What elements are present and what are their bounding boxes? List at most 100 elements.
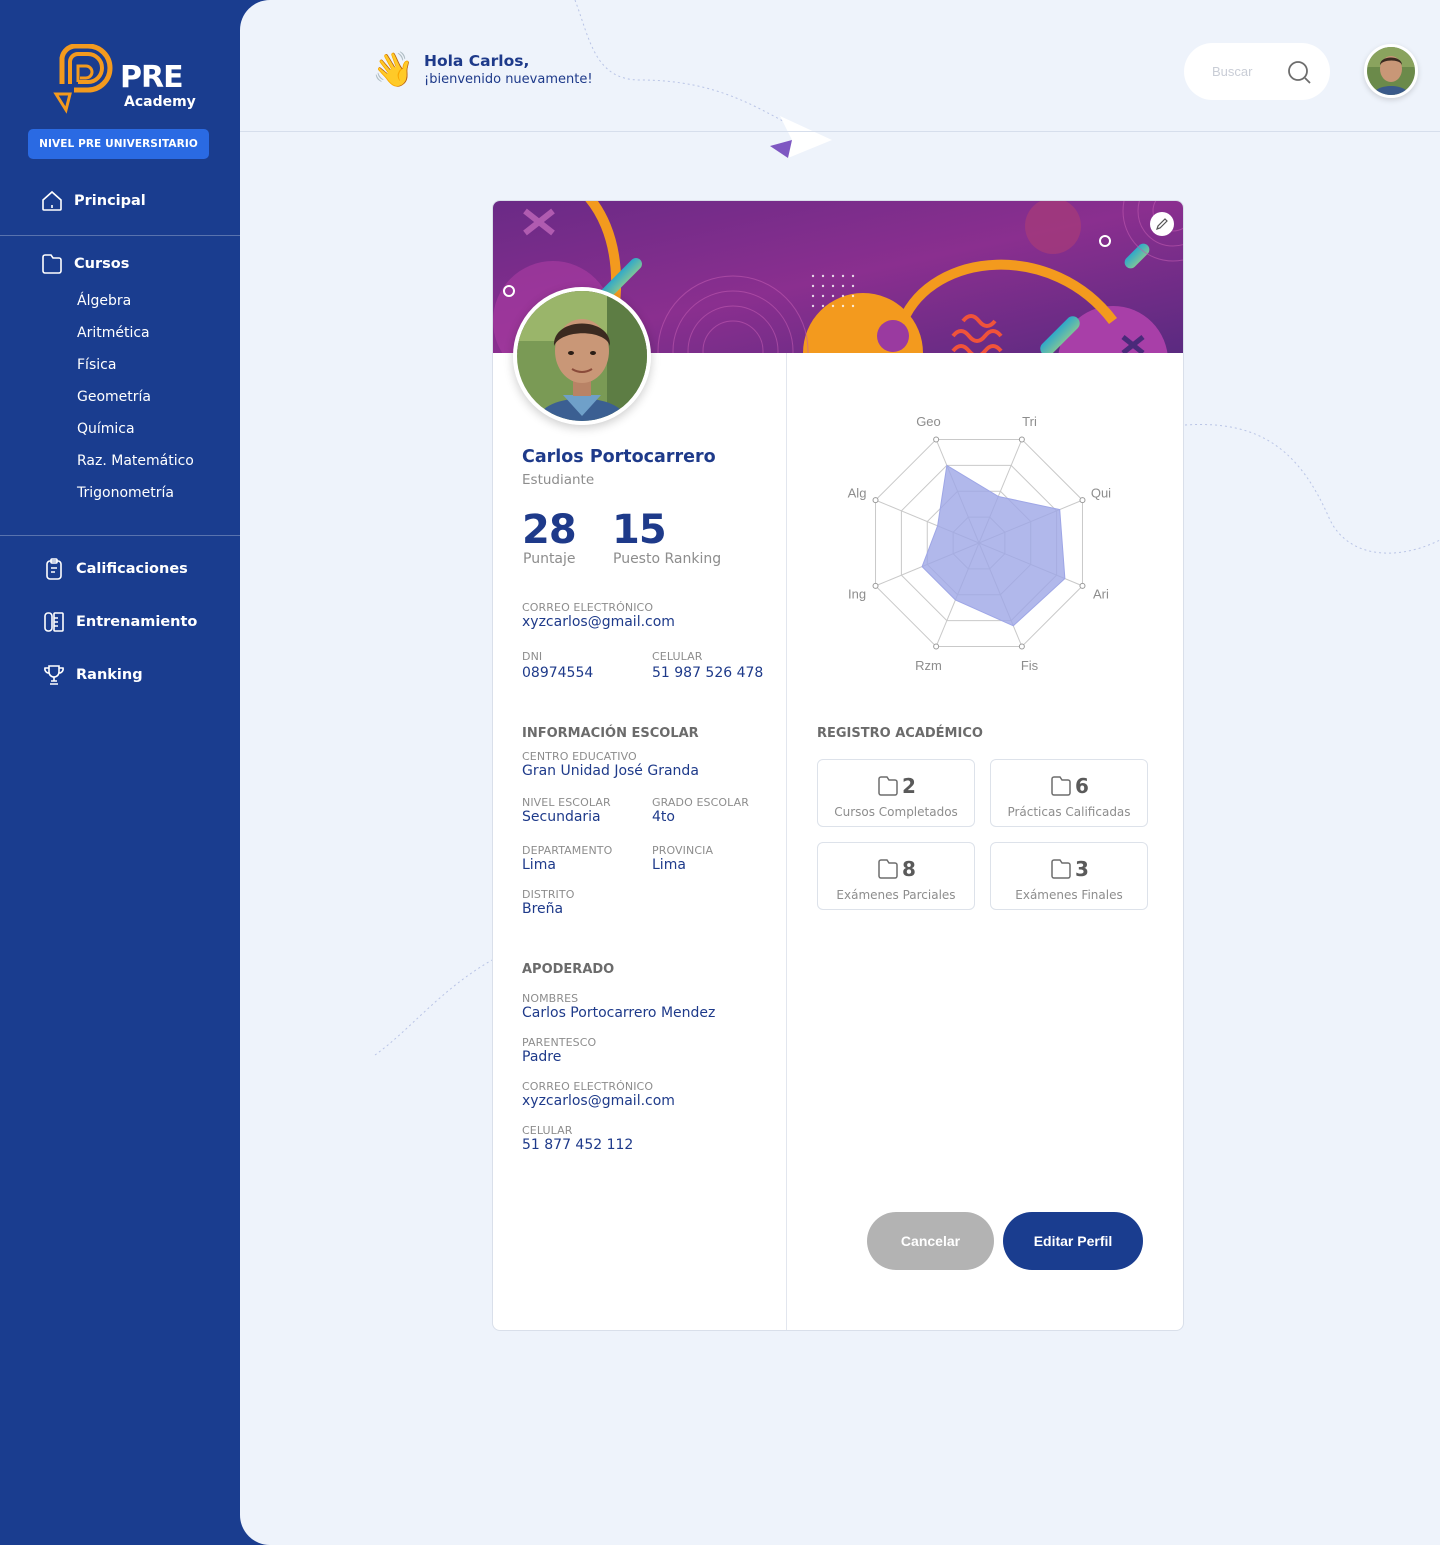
dept-value: Lima xyxy=(522,857,556,873)
radar-axis-point xyxy=(933,436,940,443)
nav-entrenamiento[interactable]: Entrenamiento xyxy=(42,609,197,635)
search-box[interactable] xyxy=(1184,43,1330,100)
user-avatar[interactable] xyxy=(1364,44,1418,98)
guardian-email-label: CORREO ELECTRÓNICO xyxy=(522,1080,654,1093)
school-grade-label: GRADO ESCOLAR xyxy=(652,796,749,809)
prov-label: PROVINCIA xyxy=(652,844,714,857)
radar-axis-point xyxy=(1018,436,1025,443)
nav-ranking[interactable]: Ranking xyxy=(42,662,143,688)
folder-icon xyxy=(40,252,64,276)
dni-label: DNI xyxy=(522,650,543,663)
rank-value: 15 xyxy=(612,507,667,553)
search-input[interactable] xyxy=(1212,64,1272,79)
school-level-label: NIVEL ESCOLAR xyxy=(522,796,611,809)
phone-label: CELULAR xyxy=(652,650,703,663)
sidebar-item-algebra[interactable]: Álgebra xyxy=(77,293,131,309)
guardian-names-label: NOMBRES xyxy=(522,992,579,1005)
tile-value: 8 xyxy=(902,857,916,881)
tile-value: 6 xyxy=(1075,774,1089,798)
guardian-email-value: xyzcarlos@gmail.com xyxy=(522,1093,675,1109)
home-icon xyxy=(40,189,64,213)
level-badge[interactable]: NIVEL PRE UNIVERSITARIO xyxy=(28,129,209,159)
academic-record-title: REGISTRO ACADÉMICO xyxy=(817,726,983,741)
radar-axis-label: Rzm xyxy=(915,658,942,673)
radar-axis-label: Alg xyxy=(848,485,867,500)
radar-axis-label: Fis xyxy=(1021,658,1039,673)
tile-label: Exámenes Finales xyxy=(1015,888,1123,902)
sidebar-item-raz-matematico[interactable]: Raz. Matemático xyxy=(77,453,194,469)
profile-role: Estudiante xyxy=(522,472,595,488)
sidebar-item-quimica[interactable]: Química xyxy=(77,421,135,437)
sidebar: PRE Academy NIVEL PRE UNIVERSITARIO Prin… xyxy=(0,0,240,1545)
tile-partial-exams[interactable]: 8 Exámenes Parciales xyxy=(817,842,975,910)
guardian-phone-label: CELULAR xyxy=(522,1124,573,1137)
folder-icon xyxy=(1051,776,1071,796)
tile-graded-practices[interactable]: 6 Prácticas Calificadas xyxy=(990,759,1148,827)
radar-axis-point xyxy=(1079,582,1086,589)
phone-value: 51 987 526 478 xyxy=(652,665,764,681)
nav-calificaciones-label: Calificaciones xyxy=(76,561,188,577)
profile-avatar[interactable] xyxy=(513,287,651,425)
profile-name: Carlos Portocarrero xyxy=(522,447,716,467)
district-label: DISTRITO xyxy=(522,888,575,901)
tile-final-exams[interactable]: 3 Exámenes Finales xyxy=(990,842,1148,910)
nav-calificaciones[interactable]: Calificaciones xyxy=(42,556,188,582)
tile-label: Prácticas Calificadas xyxy=(1007,805,1131,819)
radar-axis-label: Tri xyxy=(1022,414,1037,429)
search-icon[interactable] xyxy=(1286,59,1312,85)
edit-profile-button[interactable]: Editar Perfil xyxy=(1003,1212,1143,1270)
nav-cursos[interactable]: Cursos xyxy=(40,251,129,277)
nav-principal[interactable]: Principal xyxy=(40,188,146,214)
folder-icon xyxy=(878,859,898,879)
radar-axis-label: Geo xyxy=(916,414,941,429)
guardian-relation-value: Padre xyxy=(522,1049,562,1065)
folder-icon xyxy=(1051,859,1071,879)
logo-p-icon xyxy=(53,44,113,114)
clipboard-icon xyxy=(42,557,66,581)
radar-axis-point xyxy=(933,643,940,650)
school-level-value: Secundaria xyxy=(522,809,601,825)
school-info-title: INFORMACIÓN ESCOLAR xyxy=(522,726,699,741)
sidebar-item-fisica[interactable]: Física xyxy=(77,357,116,373)
brand-logo[interactable]: PRE Academy xyxy=(48,44,198,120)
sidebar-item-aritmetica[interactable]: Aritmética xyxy=(77,325,150,341)
email-label: CORREO ELECTRÓNICO xyxy=(522,601,654,614)
paper-plane-icon xyxy=(770,116,832,158)
guardian-relation-label: PARENTESCO xyxy=(522,1036,597,1049)
tile-label: Cursos Completados xyxy=(834,805,958,819)
dni-value: 08974554 xyxy=(522,665,594,681)
sidebar-item-trigonometria[interactable]: Trigonometría xyxy=(77,485,174,501)
nav-principal-label: Principal xyxy=(74,193,146,209)
radar-axis-point xyxy=(1018,643,1025,650)
brand-sub: Academy xyxy=(124,94,196,110)
guardian-phone-value: 51 877 452 112 xyxy=(522,1137,634,1153)
training-icon xyxy=(42,610,66,634)
tile-label: Exámenes Parciales xyxy=(836,888,956,902)
prov-value: Lima xyxy=(652,857,686,873)
header-divider xyxy=(240,131,1440,132)
guardian-title: APODERADO xyxy=(522,962,615,977)
radar-axis-label: Ari xyxy=(1093,587,1109,602)
brand-name: PRE xyxy=(120,60,184,95)
cancel-button[interactable]: Cancelar xyxy=(867,1212,994,1270)
school-center-value: Gran Unidad José Granda xyxy=(522,763,699,779)
school-grade-value: 4to xyxy=(652,809,675,825)
tile-value: 2 xyxy=(902,774,916,798)
district-value: Breña xyxy=(522,901,564,917)
score-label: Puntaje xyxy=(523,551,576,567)
greeting-title: Hola Carlos, xyxy=(424,52,530,70)
radar-axis-label: Qui xyxy=(1091,485,1111,500)
guardian-names-value: Carlos Portocarrero Mendez xyxy=(522,1005,716,1021)
radar-axis-point xyxy=(1079,497,1086,504)
email-value: xyzcarlos@gmail.com xyxy=(522,614,675,630)
nav-cursos-label: Cursos xyxy=(74,256,130,272)
tile-courses-completed[interactable]: 2 Cursos Completados xyxy=(817,759,975,827)
greeting-subtitle: ¡bienvenido nuevamente! xyxy=(424,72,593,87)
radar-axis-label: Ing xyxy=(848,587,866,602)
radar-axis-point xyxy=(872,497,879,504)
sidebar-divider xyxy=(0,535,240,536)
edit-banner-button[interactable] xyxy=(1150,212,1174,236)
trophy-icon xyxy=(42,663,66,687)
sidebar-item-geometria[interactable]: Geometría xyxy=(77,389,151,405)
nav-entrenamiento-label: Entrenamiento xyxy=(76,614,198,630)
